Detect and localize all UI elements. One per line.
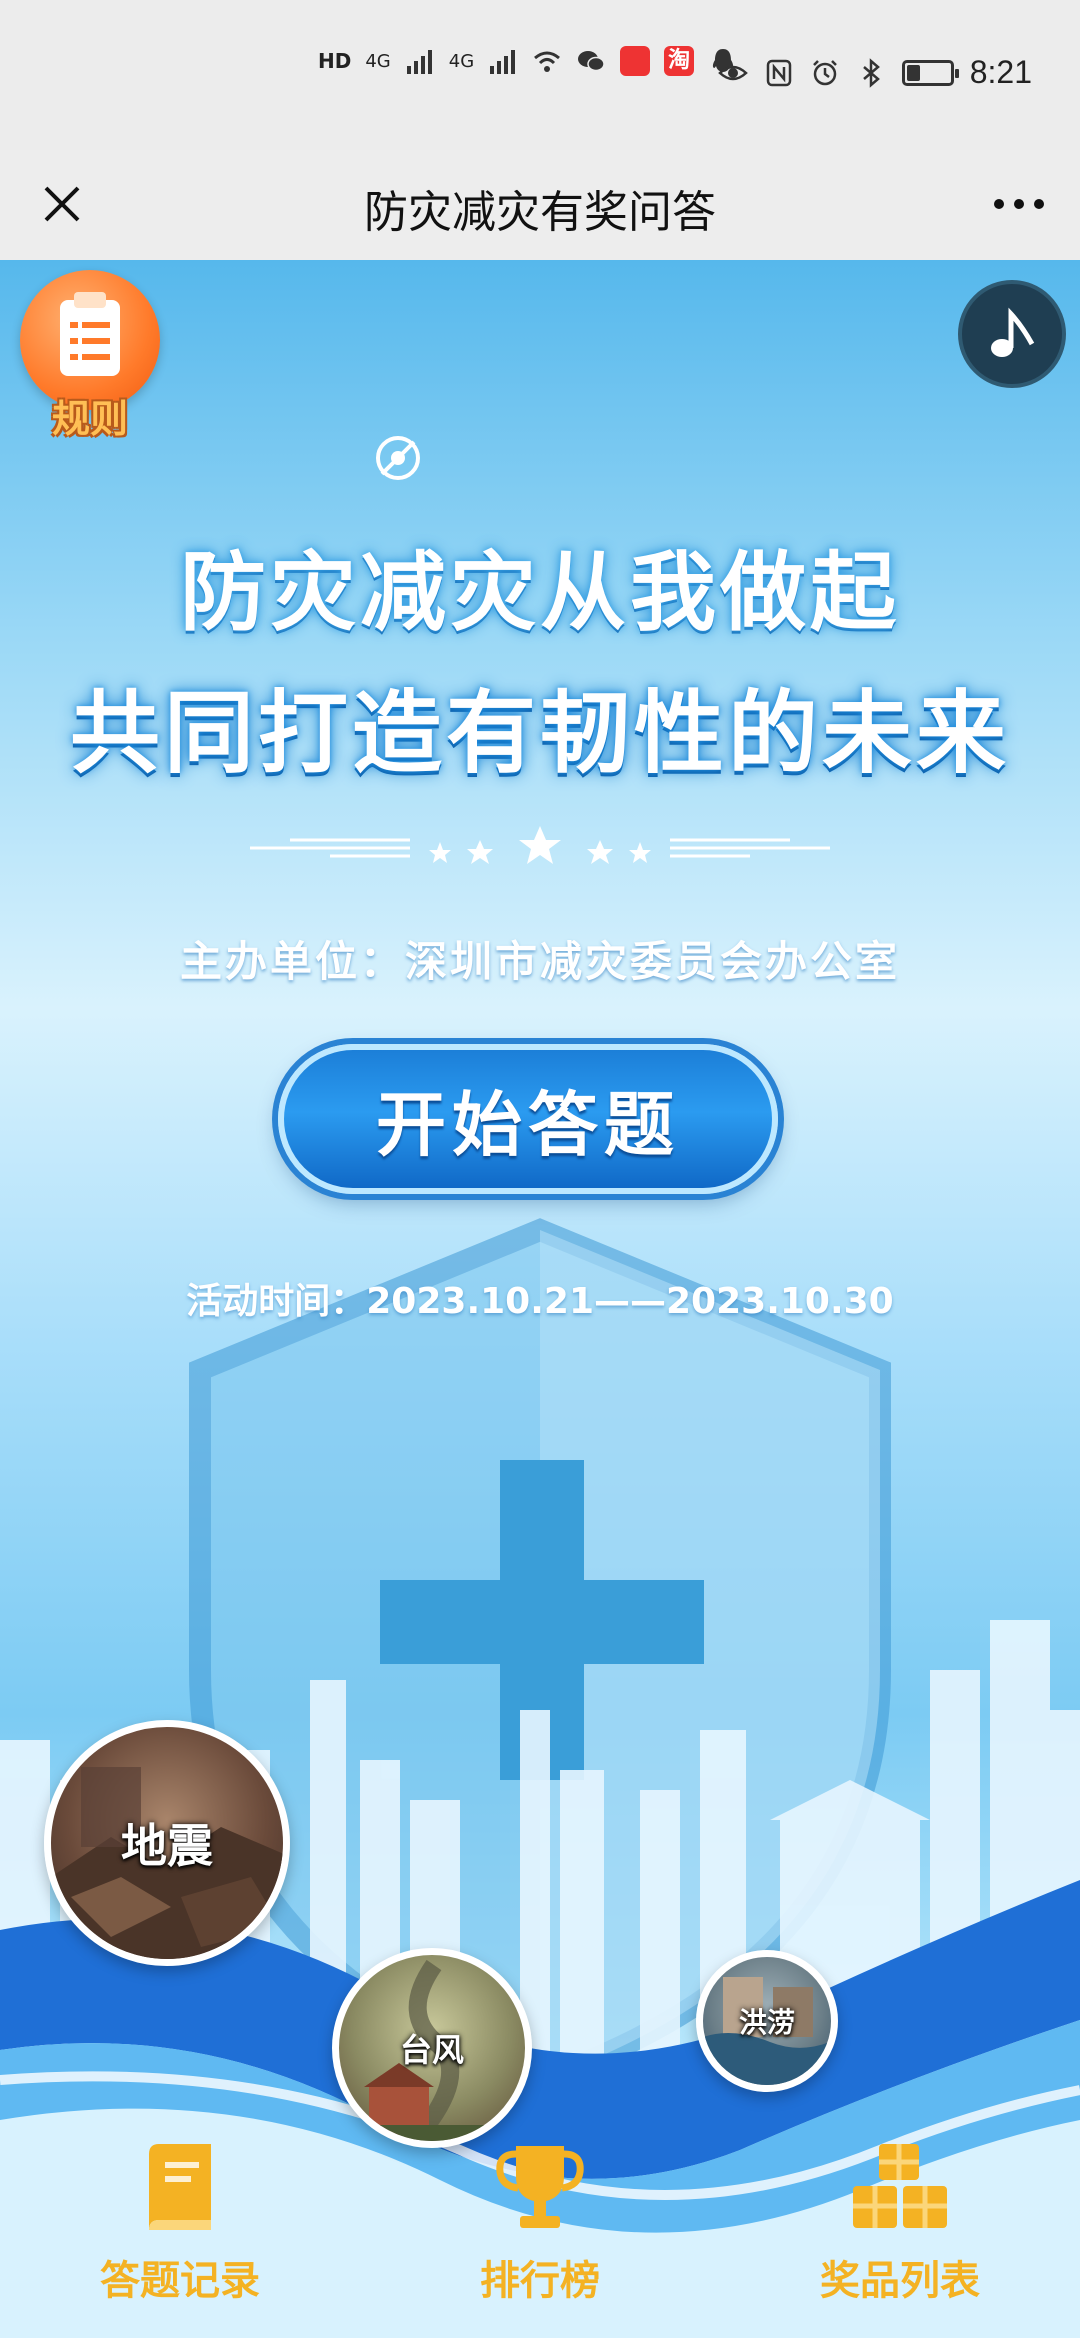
wifi-icon: [534, 51, 561, 72]
status-icons-right: 8:21: [717, 54, 1032, 91]
taobao-icon: 淘: [664, 46, 695, 76]
bottom-navigation: 答题记录 排行榜 奖品列表: [0, 2120, 1080, 2338]
status-bar: HD 4G 4G 淘 8:21: [0, 0, 1080, 150]
quiz-landing-page: 规则 防灾减灾从我做起 共同打造有韧性的未来 主办单位：深圳市减灾委员会办公室 …: [0, 260, 1080, 2338]
music-toggle-button[interactable]: [958, 280, 1066, 388]
alarm-icon: [812, 59, 837, 85]
more-dot-icon: [1034, 199, 1044, 209]
signal-bars-2-icon: [490, 50, 516, 74]
music-note-icon: [991, 307, 1035, 357]
rules-button[interactable]: 规则: [20, 270, 160, 441]
typhoon-label: 台风: [399, 2031, 464, 2069]
clock-time: 8:21: [969, 54, 1032, 90]
earthquake-label: 地震: [121, 1819, 213, 1873]
more-dot-icon: [994, 199, 1004, 209]
emblem-icon: [376, 436, 420, 480]
nav-prize-list[interactable]: 奖品列表: [770, 2120, 1030, 2338]
book-icon: [149, 2144, 211, 2230]
typhoon-category[interactable]: 台风: [332, 1948, 532, 2148]
organizer-text: 主办单位：深圳市减灾委员会办公室: [179, 937, 900, 986]
flood-label: 洪涝: [738, 2006, 795, 2039]
gift-boxes-icon: [853, 2144, 947, 2228]
nav-quiz-records-label: 答题记录: [100, 2258, 260, 2304]
eye-icon: [717, 65, 748, 80]
more-options-button[interactable]: [984, 174, 1054, 234]
nav-quiz-records-icon-wrap: [50, 2136, 310, 2246]
nav-prize-list-icon-wrap: [770, 2136, 1030, 2246]
bluetooth-icon: [862, 57, 880, 88]
trophy-icon: [496, 2146, 584, 2228]
nfc-icon: [766, 59, 791, 86]
nav-leaderboard-icon-wrap: [410, 2136, 670, 2246]
star-divider: [250, 826, 830, 864]
nav-quiz-records[interactable]: 答题记录: [50, 2120, 310, 2338]
signal-4g-2: 4G: [448, 50, 475, 72]
battery-level: [906, 64, 920, 81]
headline-secondary: 共同打造有韧性的未来: [70, 681, 1010, 786]
status-icons-left: HD 4G 4G 淘: [318, 46, 738, 76]
headline-primary: 防灾减灾从我做起: [180, 543, 900, 643]
nav-leaderboard-label: 排行榜: [480, 2258, 600, 2304]
start-quiz-button[interactable]: 开始答题: [278, 1044, 778, 1194]
earthquake-category[interactable]: 地震: [44, 1720, 290, 1966]
start-quiz-label: 开始答题: [376, 1083, 680, 1166]
title-bar: 防灾减灾有奖问答: [0, 150, 1080, 260]
activity-period: 活动时间：2023.10.21——2023.10.30: [186, 1281, 894, 1322]
hd-indicator: HD: [318, 49, 352, 73]
page-title: 防灾减灾有奖问答: [364, 187, 716, 238]
nav-prize-list-label: 奖品列表: [820, 2258, 980, 2304]
flood-category[interactable]: 洪涝: [696, 1950, 838, 2092]
battery-icon: [901, 59, 959, 86]
wechat-icon: [578, 51, 605, 72]
signal-bars-icon: [406, 50, 432, 74]
signal-4g-1: 4G: [365, 50, 391, 72]
more-dot-icon: [1014, 199, 1024, 209]
rules-label: 规则: [51, 397, 128, 441]
nav-leaderboard[interactable]: 排行榜: [410, 2120, 670, 2338]
huawei-app-icon: [620, 46, 651, 76]
